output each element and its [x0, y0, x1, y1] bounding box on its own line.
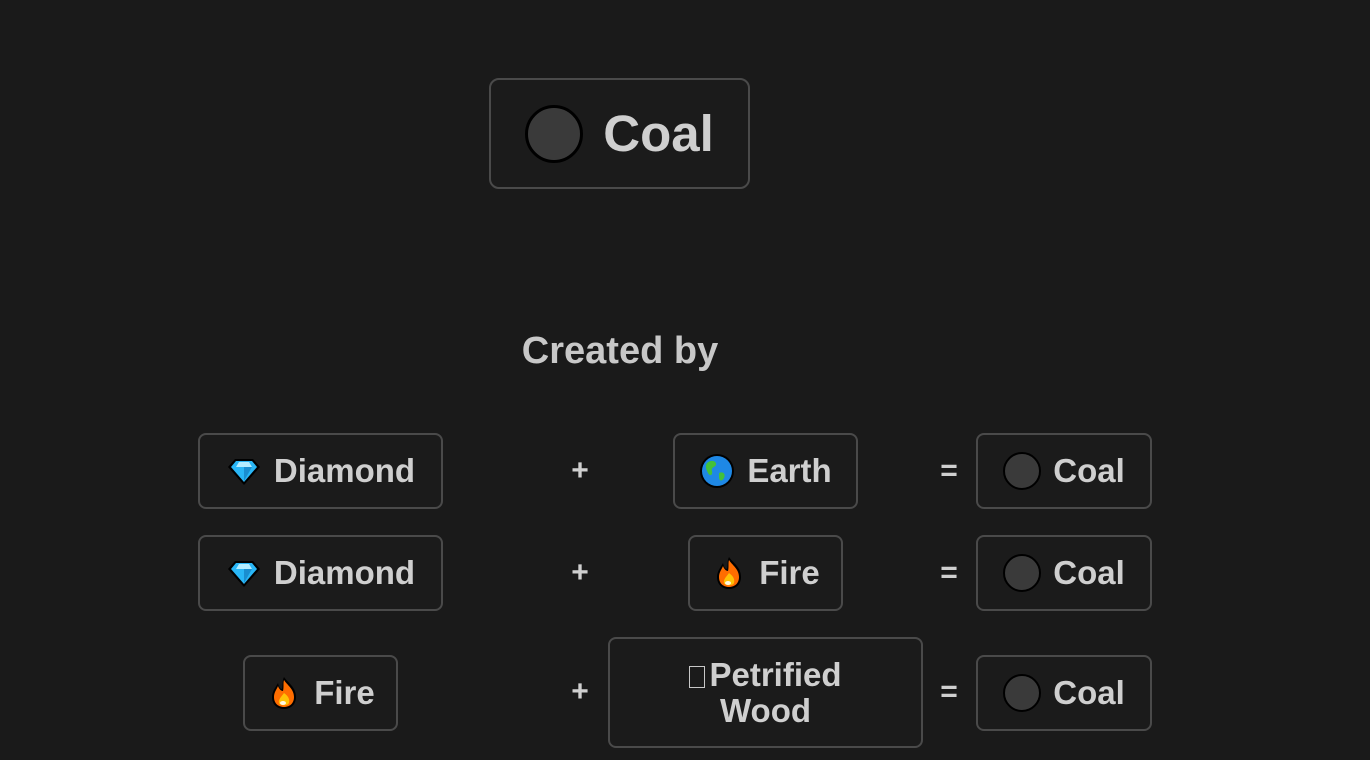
created-by-heading: Created by [521, 330, 719, 372]
recipe-1-result-label: Coal [1053, 452, 1125, 489]
diamond-icon [226, 453, 262, 489]
coal-circle-icon [1003, 554, 1042, 592]
globe-icon [699, 453, 735, 489]
recipe-1-first[interactable]: Diamond [198, 433, 443, 509]
recipe-2-first-label: Diamond [273, 554, 416, 591]
diamond-icon [226, 555, 262, 591]
recipe-3-second-label-line2: Wood [719, 691, 812, 729]
recipe-2-result[interactable]: Coal [976, 535, 1152, 611]
recipe-3-first[interactable]: Fire [243, 655, 398, 731]
recipe-3-result[interactable]: Coal [976, 655, 1152, 731]
element-title: Coal [603, 105, 714, 162]
recipe-2-result-label: Coal [1053, 554, 1125, 591]
coal-circle-icon [525, 104, 584, 163]
recipe-1-first-label: Diamond [273, 452, 416, 489]
fire-icon [266, 675, 302, 711]
plus-sign: + [571, 556, 589, 589]
recipe-3-second-label-line1: Petrified [709, 655, 842, 693]
recipe-1-second-label: Earth [747, 452, 832, 489]
plus-sign: + [571, 675, 589, 708]
plus-sign: + [571, 454, 589, 487]
recipe-1-result[interactable]: Coal [976, 433, 1152, 509]
recipe-2-second-label: Fire [759, 554, 820, 591]
equals-sign: = [940, 454, 958, 487]
equals-sign: = [940, 675, 958, 708]
equals-sign: = [940, 556, 958, 589]
recipe-2-second[interactable]: Fire [688, 535, 843, 611]
coal-circle-icon [1003, 452, 1042, 490]
fire-icon [711, 555, 747, 591]
element-card-coal[interactable]: Coal [489, 78, 750, 189]
recipe-3-result-label: Coal [1053, 674, 1125, 711]
recipe-1-second[interactable]: Earth [673, 433, 858, 509]
missing-glyph-icon [689, 665, 706, 688]
coal-circle-icon [1003, 674, 1042, 712]
recipe-3-first-label: Fire [314, 674, 375, 711]
recipe-3-second[interactable]: Petrified Wood [608, 637, 923, 748]
recipe-2-first[interactable]: Diamond [198, 535, 443, 611]
